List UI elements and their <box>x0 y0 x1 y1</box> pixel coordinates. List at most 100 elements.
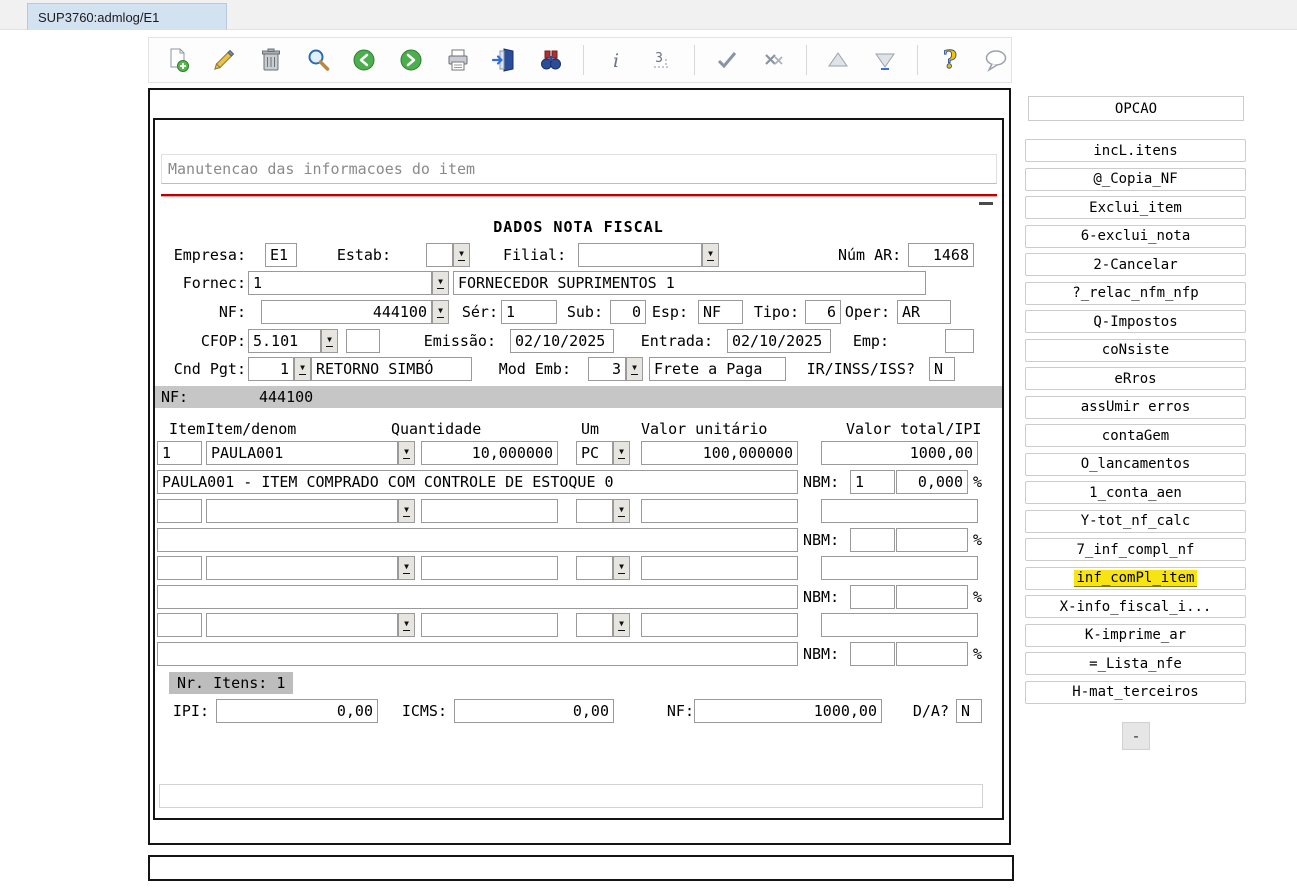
item-nbm-field[interactable] <box>850 642 895 666</box>
option-inf-compl-item[interactable]: inf_comPl_item <box>1025 566 1246 590</box>
option-erros[interactable]: eRros <box>1025 367 1246 390</box>
cfop-spinner[interactable] <box>321 329 338 353</box>
option-exclui-nota[interactable]: 6-exclui_nota <box>1025 224 1246 248</box>
ir-inss-iss-field[interactable]: N <box>929 357 955 381</box>
empresa-field[interactable]: E1 <box>265 243 297 267</box>
next-record-icon[interactable] <box>396 45 426 75</box>
navigate-down-icon[interactable] <box>870 45 900 75</box>
item-denom-field[interactable] <box>206 556 398 580</box>
find-icon[interactable] <box>536 45 566 75</box>
fornec-spinner[interactable] <box>432 271 449 295</box>
item-denom-spinner[interactable] <box>398 556 415 580</box>
cnd-pgt-spinner[interactable] <box>294 357 311 381</box>
nf-field[interactable]: 444100 <box>261 300 432 324</box>
item-qty-field[interactable] <box>421 613 558 637</box>
item-um-field[interactable]: PC <box>576 441 613 465</box>
new-record-icon[interactable] <box>163 45 193 75</box>
item-unit-value-field[interactable]: 100,000000 <box>641 441 798 465</box>
option-impostos[interactable]: Q-Impostos <box>1025 310 1246 333</box>
option-menu-collapse-button[interactable]: - <box>1122 722 1150 750</box>
option-cancelar[interactable]: 2-Cancelar <box>1025 253 1246 276</box>
option-imprime-ar[interactable]: K-imprime_ar <box>1025 623 1246 647</box>
option-incl-itens[interactable]: incL.itens <box>1025 139 1246 162</box>
item-qty-field[interactable]: 10,000000 <box>421 441 558 465</box>
item-denom-field[interactable]: PAULA001 <box>206 441 398 465</box>
item-um-spinner[interactable] <box>613 613 630 637</box>
mod-emb-spinner[interactable] <box>626 357 643 381</box>
mod-emb-desc-field[interactable]: Frete a Paga <box>649 357 786 381</box>
da-field[interactable]: N <box>956 699 982 723</box>
item-um-spinner[interactable] <box>613 441 630 465</box>
item-ipi-pct-field[interactable] <box>896 642 968 666</box>
option-consiste[interactable]: coNsiste <box>1025 338 1246 362</box>
option-assumir-erros[interactable]: assUmir erros <box>1025 395 1246 419</box>
delete-record-icon[interactable] <box>256 45 286 75</box>
option-lancamentos[interactable]: O_lancamentos <box>1025 452 1246 476</box>
previous-record-icon[interactable] <box>350 45 380 75</box>
item-um-spinner[interactable] <box>613 556 630 580</box>
option-copia-nf[interactable]: @_Copia_NF <box>1025 167 1246 191</box>
item-denom-field[interactable] <box>206 499 398 523</box>
item-ipi-pct-field[interactable] <box>896 528 968 552</box>
cfop-field[interactable]: 5.101 <box>248 329 321 353</box>
item-denom-spinner[interactable] <box>398 441 415 465</box>
oper-field[interactable]: AR <box>897 300 951 324</box>
option-exclui-item[interactable]: Exclui_item <box>1025 196 1246 219</box>
item-denom-spinner[interactable] <box>398 499 415 523</box>
option-tot-nf-calc[interactable]: Y-tot_nf_calc <box>1025 509 1246 533</box>
serie-field[interactable]: 1 <box>501 300 557 324</box>
option-conta-aen[interactable]: 1_conta_aen <box>1025 481 1246 504</box>
filial-field[interactable] <box>578 243 702 267</box>
edit-record-icon[interactable] <box>210 45 240 75</box>
item-nbm-field[interactable] <box>850 585 895 609</box>
cancel-icon[interactable] <box>759 45 789 75</box>
exit-icon[interactable] <box>490 45 520 75</box>
help-icon[interactable]: ? <box>935 45 965 75</box>
row-number-icon[interactable]: 3 <box>648 45 678 75</box>
item-desc-field[interactable]: PAULA001 - ITEM COMPRADO COM CONTROLE DE… <box>157 470 798 494</box>
icms-total-field[interactable]: 0,00 <box>454 699 614 723</box>
item-um-spinner[interactable] <box>613 499 630 523</box>
search-icon[interactable] <box>303 45 333 75</box>
item-desc-field[interactable] <box>157 585 798 609</box>
fornec-name-field[interactable]: FORNECEDOR SUPRIMENTOS 1 <box>453 271 926 295</box>
item-qty-field[interactable] <box>421 556 558 580</box>
option-contagem[interactable]: contaGem <box>1025 424 1246 447</box>
item-unit-value-field[interactable] <box>641 556 798 580</box>
item-desc-field[interactable] <box>157 642 798 666</box>
emp-field[interactable] <box>945 329 974 353</box>
item-ipi-pct-field[interactable]: 0,000 <box>896 470 968 494</box>
item-total-field[interactable] <box>821 499 978 523</box>
option-mat-terceiros[interactable]: H-mat_terceiros <box>1025 680 1246 704</box>
item-number-field[interactable] <box>157 613 202 637</box>
item-um-field[interactable] <box>576 613 613 637</box>
item-ipi-pct-field[interactable] <box>896 585 968 609</box>
item-um-field[interactable] <box>576 499 613 523</box>
fornec-code-field[interactable]: 1 <box>248 271 432 295</box>
item-total-field[interactable] <box>821 613 978 637</box>
item-denom-field[interactable] <box>206 613 398 637</box>
item-total-field[interactable]: 1000,00 <box>821 441 978 465</box>
option-info-fiscal[interactable]: X-info_fiscal_i... <box>1025 595 1246 618</box>
emissao-field[interactable]: 02/10/2025 <box>510 329 614 353</box>
item-nbm-field[interactable]: 1 <box>850 470 895 494</box>
item-unit-value-field[interactable] <box>641 499 798 523</box>
cnd-pgt-field[interactable]: 1 <box>248 357 294 381</box>
item-nbm-field[interactable] <box>850 528 895 552</box>
cfop-aux-field[interactable] <box>346 329 380 353</box>
item-number-field[interactable] <box>157 499 202 523</box>
entrada-field[interactable]: 02/10/2025 <box>727 329 831 353</box>
filial-spinner[interactable] <box>702 243 719 267</box>
estab-spinner[interactable] <box>453 243 470 267</box>
item-unit-value-field[interactable] <box>641 613 798 637</box>
item-total-field[interactable] <box>821 556 978 580</box>
option-inf-compl-nf[interactable]: 7_inf_compl_nf <box>1025 538 1246 561</box>
item-qty-field[interactable] <box>421 499 558 523</box>
mod-emb-field[interactable]: 3 <box>588 357 626 381</box>
item-number-field[interactable] <box>157 556 202 580</box>
nf-total-field[interactable]: 1000,00 <box>694 699 882 723</box>
print-icon[interactable] <box>443 45 473 75</box>
tipo-field[interactable]: 6 <box>805 300 841 324</box>
confirm-icon[interactable] <box>712 45 742 75</box>
window-tab[interactable]: SUP3760:admlog/E1 <box>27 3 227 30</box>
